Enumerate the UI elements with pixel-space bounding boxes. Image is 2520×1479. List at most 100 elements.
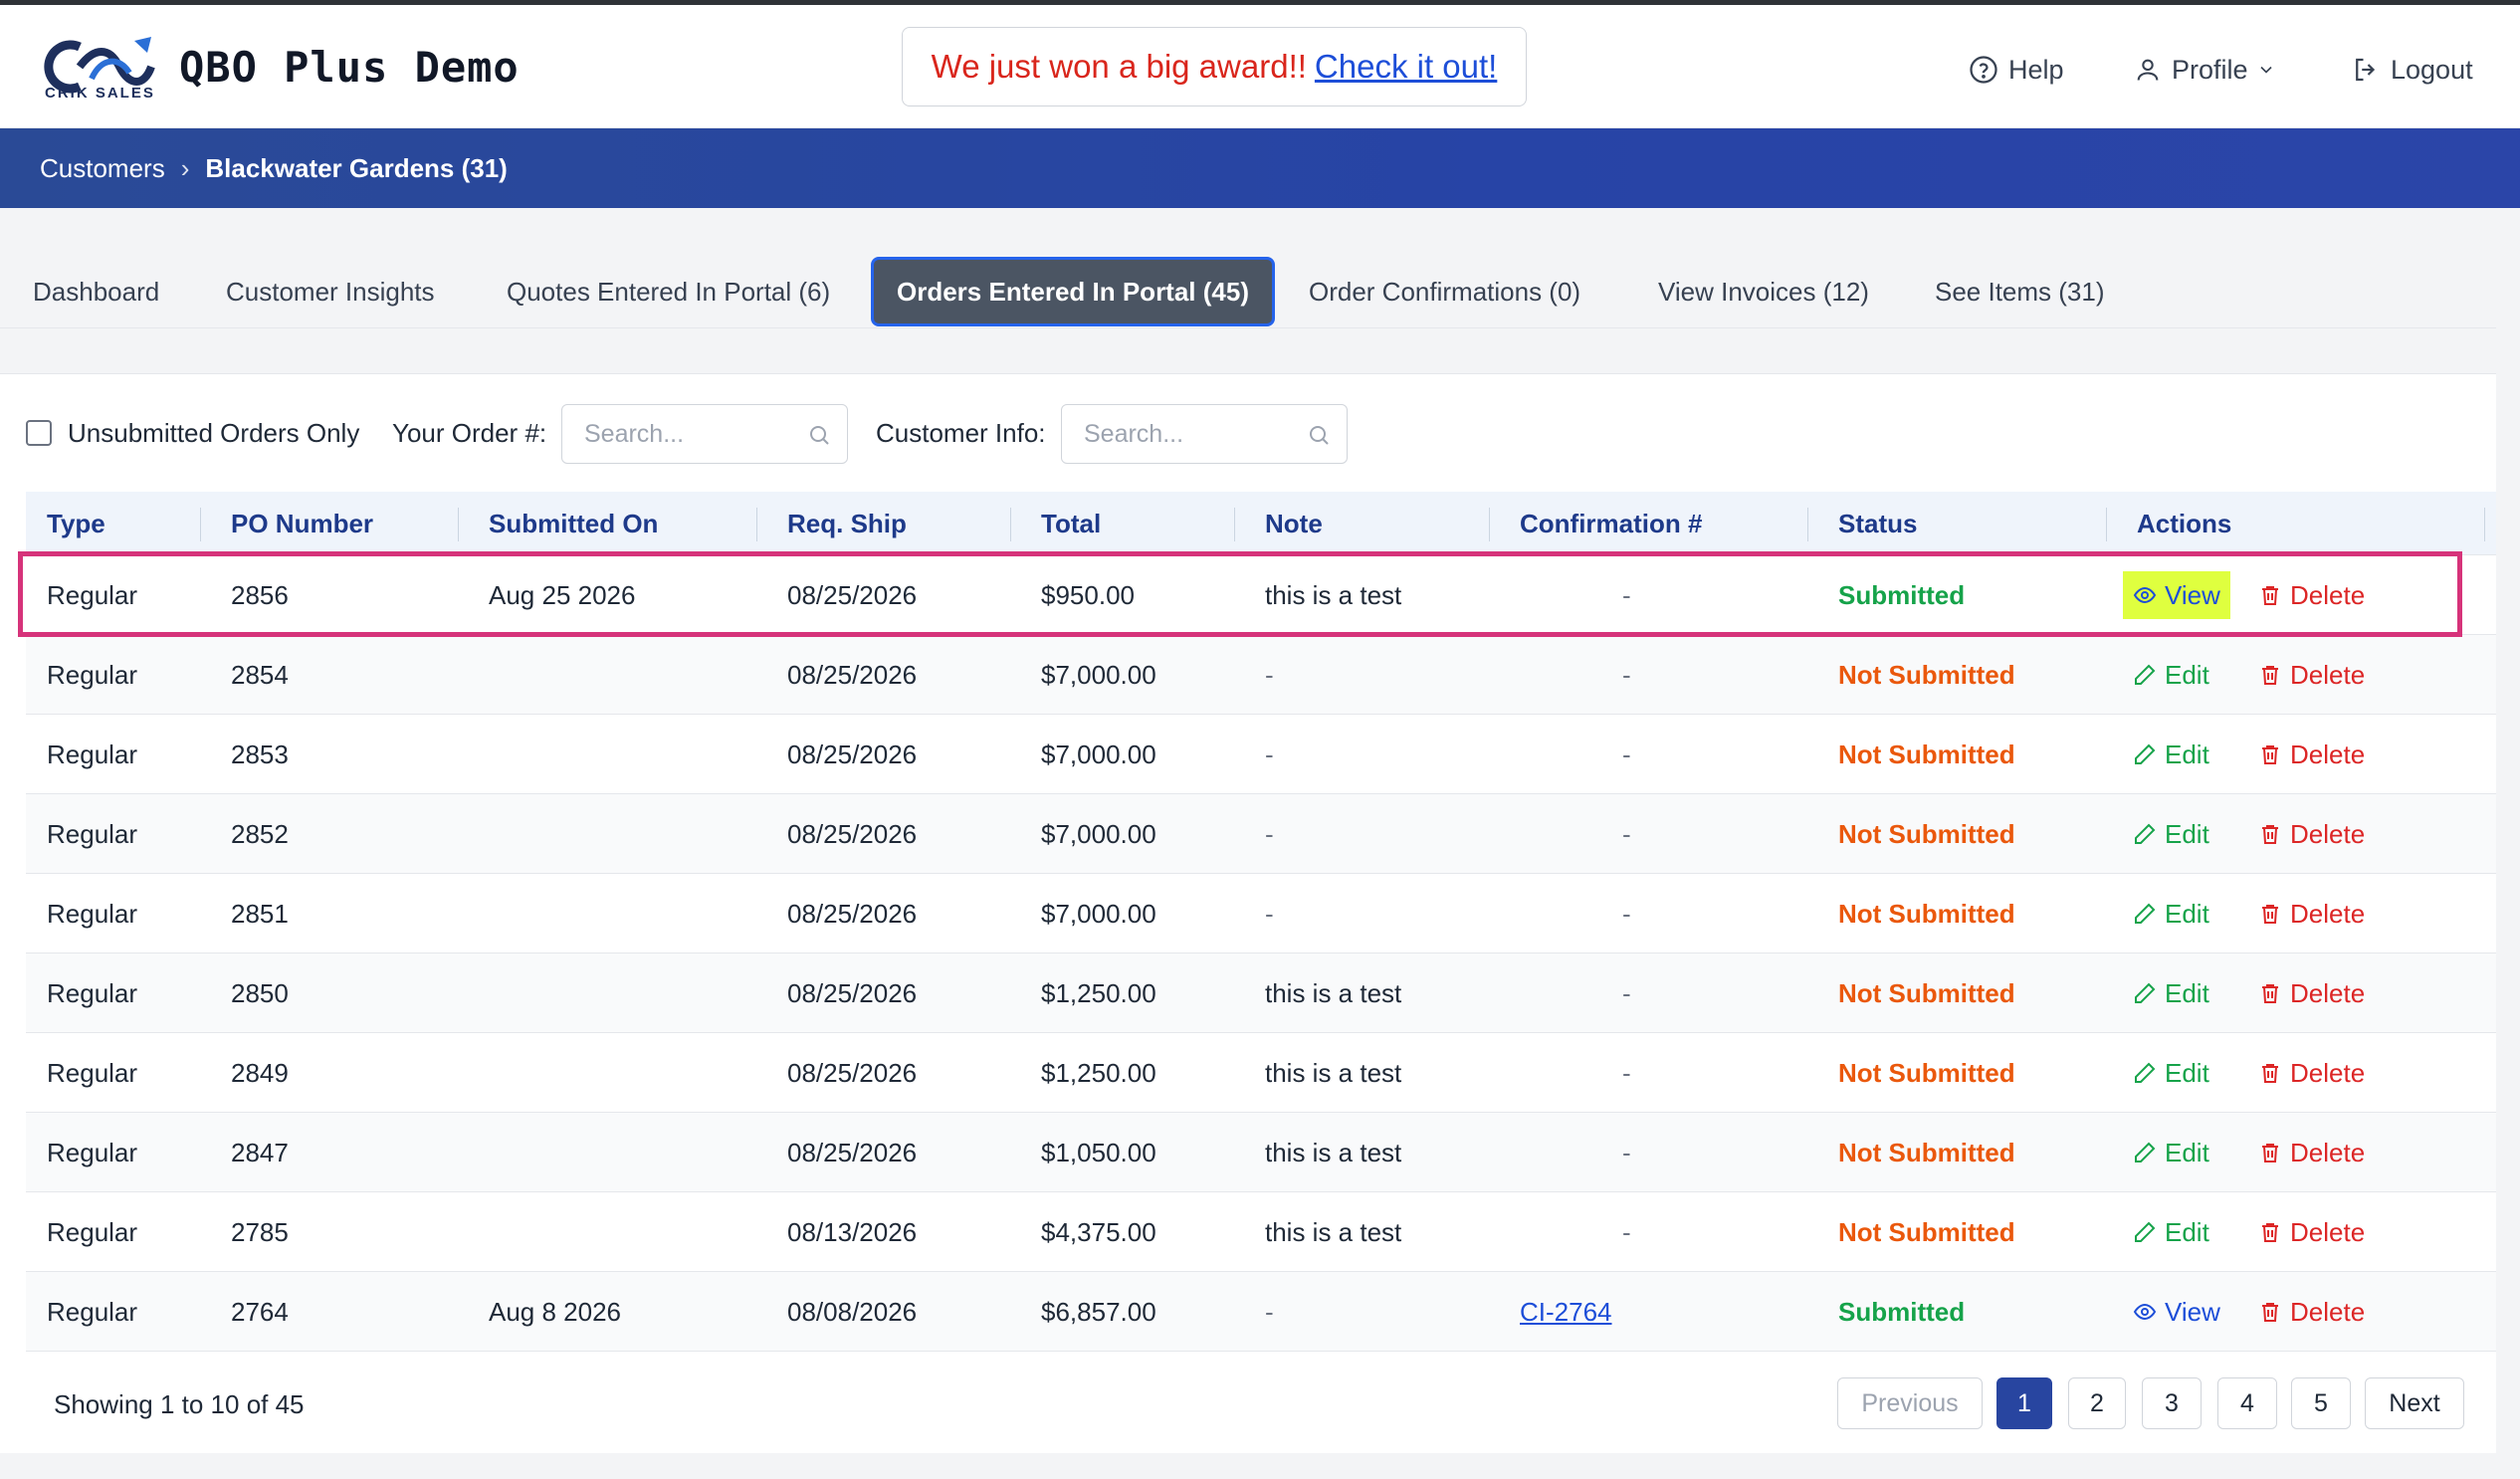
breadcrumb-separator: › [180, 152, 190, 183]
cell-confirmation: - [1622, 739, 1631, 769]
edit-label: Edit [2165, 739, 2209, 769]
trash-icon [2262, 666, 2278, 685]
page-3-button[interactable]: 3 [2142, 1377, 2202, 1429]
edit-label: Edit [2165, 898, 2209, 929]
delete-label: Delete [2290, 1137, 2366, 1167]
edit-button[interactable]: Edit [2123, 651, 2219, 699]
page-2-button[interactable]: 2 [2068, 1377, 2126, 1429]
tab-orders[interactable]: Orders Entered In Portal (45) [871, 257, 1275, 326]
table-row[interactable]: Regular 2850 08/25/2026 $1,250.00 this i… [26, 953, 2496, 1033]
delete-button[interactable]: Delete [2248, 731, 2375, 778]
pencil-icon [2135, 664, 2156, 685]
confirmation-link[interactable]: CI-2764 [1520, 1272, 1612, 1352]
cell-confirmation: - [1622, 1137, 1631, 1167]
award-link[interactable]: Check it out! [1315, 48, 1497, 86]
col-type[interactable]: Type [47, 492, 105, 555]
tab-view-invoices[interactable]: View Invoices (12) [1626, 259, 1901, 324]
cell-confirmation: - [1622, 977, 1631, 1008]
tab-quotes[interactable]: Quotes Entered In Portal (6) [475, 259, 862, 324]
cell-submitted-on: Aug 8 2026 [489, 1296, 622, 1327]
edit-label: Edit [2165, 659, 2209, 690]
breadcrumb-customers-link[interactable]: Customers [40, 153, 165, 184]
table-row[interactable]: Regular 2852 08/25/2026 $7,000.00 - - No… [26, 794, 2496, 874]
delete-button[interactable]: Delete [2248, 969, 2375, 1017]
table-row[interactable]: Regular 2853 08/25/2026 $7,000.00 - - No… [26, 715, 2496, 794]
table-row[interactable]: Regular 2849 08/25/2026 $1,250.00 this i… [26, 1033, 2496, 1113]
next-page-button[interactable]: Next [2365, 1377, 2464, 1429]
order-number-label: Your Order #: [392, 418, 547, 448]
unsubmitted-only-checkbox[interactable] [26, 420, 52, 446]
help-circle-icon [1970, 56, 1997, 84]
help-button[interactable]: Help [1969, 50, 2064, 90]
tab-dashboard[interactable]: Dashboard [1, 259, 191, 324]
delete-button[interactable]: Delete [2248, 651, 2375, 699]
edit-button[interactable]: Edit [2123, 731, 2219, 778]
delete-button[interactable]: Delete [2248, 1129, 2375, 1176]
table-row[interactable]: Regular 2847 08/25/2026 $1,050.00 this i… [26, 1113, 2496, 1192]
edit-button[interactable]: Edit [2123, 890, 2219, 938]
cell-type: Regular [47, 898, 138, 929]
tab-customer-insights[interactable]: Customer Insights [194, 259, 467, 324]
cell-type: Regular [47, 579, 138, 610]
previous-page-button[interactable]: Previous [1837, 1377, 1983, 1429]
status-badge: Not Submitted [1838, 739, 2015, 769]
delete-label: Delete [2290, 977, 2366, 1008]
cell-confirmation: - [1622, 1216, 1631, 1247]
col-po-number[interactable]: PO Number [231, 492, 373, 555]
cell-po-number: 2847 [231, 1137, 289, 1167]
view-label: View [2165, 579, 2220, 610]
order-number-search-input[interactable]: Search... [561, 404, 848, 464]
page-1-button[interactable]: 1 [1996, 1377, 2052, 1429]
order-search-placeholder: Search... [584, 419, 685, 448]
profile-menu-button[interactable]: Profile [2134, 50, 2276, 90]
page-4-button[interactable]: 4 [2217, 1377, 2277, 1429]
view-button[interactable]: View [2123, 571, 2230, 619]
cell-total: $7,000.00 [1041, 898, 1156, 929]
cell-req-ship: 08/25/2026 [787, 1137, 918, 1167]
col-note[interactable]: Note [1265, 492, 1323, 555]
edit-button[interactable]: Edit [2123, 969, 2219, 1017]
delete-button[interactable]: Delete [2248, 890, 2375, 938]
logout-label: Logout [2391, 54, 2473, 85]
page-5-button[interactable]: 5 [2291, 1377, 2351, 1429]
customer-info-search-input[interactable]: Search... [1061, 404, 1348, 464]
delete-label: Delete [2290, 659, 2366, 690]
edit-button[interactable]: Edit [2123, 1049, 2219, 1097]
logout-icon [2356, 58, 2376, 82]
cell-req-ship: 08/25/2026 [787, 898, 918, 929]
cell-type: Regular [47, 1216, 138, 1247]
status-badge: Not Submitted [1838, 898, 2015, 929]
logout-button[interactable]: Logout [2351, 50, 2473, 90]
col-total[interactable]: Total [1041, 492, 1101, 555]
col-status[interactable]: Status [1838, 492, 1917, 555]
status-badge: Not Submitted [1838, 977, 2015, 1008]
cell-po-number: 2853 [231, 739, 289, 769]
table-row[interactable]: Regular 2854 08/25/2026 $7,000.00 - - No… [26, 635, 2496, 715]
col-confirmation[interactable]: Confirmation # [1520, 492, 1702, 555]
cell-total: $7,000.00 [1041, 818, 1156, 849]
status-badge: Submitted [1838, 1296, 1966, 1327]
table-row[interactable]: Regular 2856 Aug 25 2026 08/25/2026 $950… [26, 555, 2496, 635]
cell-type: Regular [47, 1137, 138, 1167]
edit-button[interactable]: Edit [2123, 810, 2219, 858]
edit-label: Edit [2165, 818, 2209, 849]
tab-order-confirmations[interactable]: Order Confirmations (0) [1277, 259, 1612, 324]
delete-button[interactable]: Delete [2248, 571, 2375, 619]
tab-see-items[interactable]: See Items (31) [1903, 259, 2137, 324]
delete-button[interactable]: Delete [2248, 1288, 2375, 1336]
col-submitted-on[interactable]: Submitted On [489, 492, 658, 555]
cell-confirmation: - [1622, 898, 1631, 929]
edit-button[interactable]: Edit [2123, 1208, 2219, 1256]
edit-button[interactable]: Edit [2123, 1129, 2219, 1176]
table-row[interactable]: Regular 2764 Aug 8 2026 08/08/2026 $6,85… [26, 1272, 2496, 1352]
delete-button[interactable]: Delete [2248, 1049, 2375, 1097]
cell-po-number: 2849 [231, 1057, 289, 1088]
edit-label: Edit [2165, 977, 2209, 1008]
col-req-ship[interactable]: Req. Ship [787, 492, 907, 555]
delete-button[interactable]: Delete [2248, 1208, 2375, 1256]
delete-button[interactable]: Delete [2248, 810, 2375, 858]
table-row[interactable]: Regular 2851 08/25/2026 $7,000.00 - - No… [26, 874, 2496, 953]
cell-total: $1,250.00 [1041, 977, 1156, 1008]
view-button[interactable]: View [2123, 1288, 2230, 1336]
table-row[interactable]: Regular 2785 08/13/2026 $4,375.00 this i… [26, 1192, 2496, 1272]
